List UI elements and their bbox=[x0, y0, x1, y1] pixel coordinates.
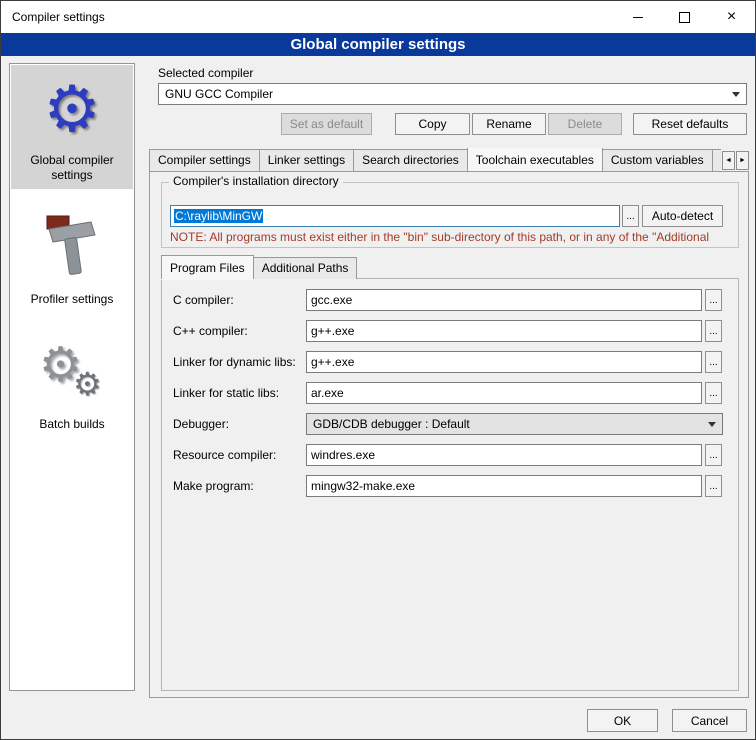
c-compiler-input[interactable] bbox=[306, 289, 702, 311]
maximize-button[interactable] bbox=[661, 1, 708, 33]
set-as-default-button[interactable]: Set as default bbox=[281, 113, 372, 135]
cpp-compiler-label: C++ compiler: bbox=[173, 320, 248, 342]
sidebar-item-label: Global compiler settings bbox=[13, 153, 131, 183]
maximize-icon bbox=[679, 12, 690, 23]
make-program-browse-button[interactable]: ... bbox=[705, 475, 722, 497]
chevron-down-icon bbox=[708, 422, 716, 427]
resource-compiler-input[interactable] bbox=[306, 444, 702, 466]
window-controls: × bbox=[614, 1, 755, 33]
tab-scroll-buttons: ◄ ► bbox=[722, 151, 749, 170]
sidebar-item-profiler-settings[interactable]: Profiler settings bbox=[11, 203, 133, 313]
sidebar-item-label: Batch builds bbox=[39, 417, 104, 432]
tab-scroll-left-button[interactable]: ◄ bbox=[722, 151, 735, 170]
linker-static-input[interactable] bbox=[306, 382, 702, 404]
tab-custom-variables[interactable]: Custom variables bbox=[602, 149, 713, 171]
program-files-tabstrip: Program Files Additional Paths bbox=[161, 256, 356, 279]
settings-sidebar: ⚙ Global compiler settings Profiler sett… bbox=[9, 63, 135, 691]
c-compiler-browse-button[interactable]: ... bbox=[705, 289, 722, 311]
debugger-select[interactable]: GDB/CDB debugger : Default bbox=[306, 413, 723, 435]
resource-compiler-browse-button[interactable]: ... bbox=[705, 444, 722, 466]
selected-compiler-label: Selected compiler bbox=[158, 65, 253, 81]
linker-static-label: Linker for static libs: bbox=[173, 382, 279, 404]
debugger-label: Debugger: bbox=[173, 413, 229, 435]
cpp-compiler-input[interactable] bbox=[306, 320, 702, 342]
auto-detect-button[interactable]: Auto-detect bbox=[642, 205, 723, 227]
sidebar-item-label: Profiler settings bbox=[31, 292, 114, 307]
sidebar-item-batch-builds[interactable]: ⚙ ⚙ Batch builds bbox=[11, 327, 133, 438]
cancel-button[interactable]: Cancel bbox=[672, 709, 747, 732]
linker-dynamic-browse-button[interactable]: ... bbox=[705, 351, 722, 373]
installation-directory-browse-button[interactable]: ... bbox=[622, 205, 639, 227]
installation-directory-legend: Compiler's installation directory bbox=[169, 174, 343, 188]
tab-compiler-settings[interactable]: Compiler settings bbox=[149, 149, 260, 171]
debugger-value: GDB/CDB debugger : Default bbox=[313, 417, 470, 431]
selected-compiler-value: GNU GCC Compiler bbox=[165, 87, 273, 101]
window-title: Compiler settings bbox=[1, 10, 105, 24]
dialog-header-title: Global compiler settings bbox=[290, 36, 465, 53]
installation-directory-input[interactable]: C:\raylib\MinGW bbox=[170, 205, 620, 227]
batch-builds-icon: ⚙ ⚙ bbox=[37, 335, 107, 409]
minimize-button[interactable] bbox=[614, 1, 661, 33]
close-icon: × bbox=[727, 9, 736, 25]
reset-defaults-button[interactable]: Reset defaults bbox=[633, 113, 747, 135]
make-program-label: Make program: bbox=[173, 475, 254, 497]
dialog-header: Global compiler settings bbox=[1, 33, 755, 56]
chevron-down-icon bbox=[732, 92, 740, 97]
resource-compiler-label: Resource compiler: bbox=[173, 444, 276, 466]
ok-button[interactable]: OK bbox=[587, 709, 658, 732]
cpp-compiler-browse-button[interactable]: ... bbox=[705, 320, 722, 342]
selected-compiler-combobox[interactable]: GNU GCC Compiler bbox=[158, 83, 747, 105]
subtab-program-files[interactable]: Program Files bbox=[161, 255, 254, 279]
tab-toolchain-executables[interactable]: Toolchain executables bbox=[467, 148, 603, 171]
settings-tabstrip: Compiler settings Linker settings Search… bbox=[149, 148, 721, 171]
tab-scroll-right-button[interactable]: ► bbox=[736, 151, 749, 170]
linker-dynamic-label: Linker for dynamic libs: bbox=[173, 351, 296, 373]
profiler-icon bbox=[41, 211, 103, 284]
copy-button[interactable]: Copy bbox=[395, 113, 470, 135]
bin-subdirectory-note: NOTE: All programs must exist either in … bbox=[170, 230, 742, 244]
tab-linker-settings[interactable]: Linker settings bbox=[259, 149, 354, 171]
sidebar-item-global-compiler-settings[interactable]: ⚙ Global compiler settings bbox=[11, 65, 133, 189]
close-button[interactable]: × bbox=[708, 1, 755, 33]
rename-button[interactable]: Rename bbox=[472, 113, 546, 135]
linker-dynamic-input[interactable] bbox=[306, 351, 702, 373]
delete-button[interactable]: Delete bbox=[548, 113, 622, 135]
global-compiler-gear-icon: ⚙ bbox=[43, 73, 100, 145]
installation-directory-value: C:\raylib\MinGW bbox=[174, 209, 263, 223]
linker-static-browse-button[interactable]: ... bbox=[705, 382, 722, 404]
tab-search-directories[interactable]: Search directories bbox=[353, 149, 468, 171]
c-compiler-label: C compiler: bbox=[173, 289, 234, 311]
minimize-icon bbox=[633, 17, 643, 18]
tab-build-options[interactable]: Build options bbox=[712, 149, 721, 171]
title-bar: Compiler settings × bbox=[1, 1, 755, 33]
compiler-settings-window: Compiler settings × Global compiler sett… bbox=[0, 0, 756, 740]
make-program-input[interactable] bbox=[306, 475, 702, 497]
subtab-additional-paths[interactable]: Additional Paths bbox=[253, 257, 358, 279]
